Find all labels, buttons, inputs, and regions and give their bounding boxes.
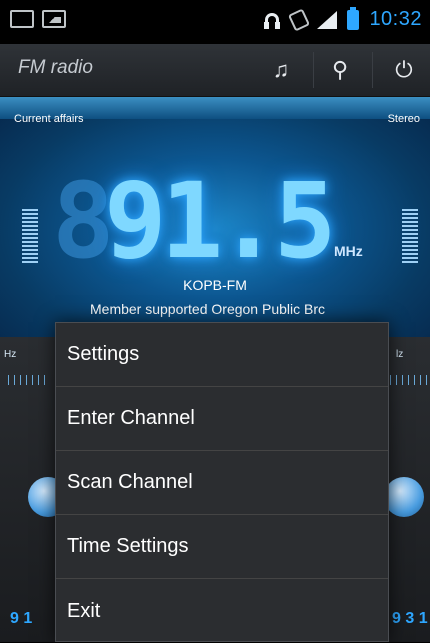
satellite-icon[interactable]: ⚲	[318, 52, 362, 88]
station-description: Member supported Oregon Public Brc	[90, 301, 325, 317]
preset-left-frequency[interactable]: 9 1	[10, 610, 32, 628]
preset-right-frequency[interactable]: 9 3 1	[392, 610, 428, 628]
power-icon[interactable]: ⏻	[382, 52, 426, 88]
station-name: KOPB-FM	[183, 277, 247, 293]
signal-meter-left	[22, 209, 38, 263]
scale-right-label: lz	[396, 349, 404, 360]
battery-icon	[347, 6, 360, 30]
status-bar: 10:32	[0, 0, 430, 44]
audio-mode-label: Stereo	[387, 113, 420, 125]
frequency-value: 91.5	[104, 160, 336, 282]
status-left-icons	[10, 10, 66, 28]
status-clock: 10:32	[369, 8, 422, 30]
screen-icon	[10, 10, 34, 28]
toolbar-divider	[313, 52, 314, 88]
frequency-ghost-digit: 8	[52, 160, 115, 282]
app-toolbar: FM radio ♫ ⚲ ⏻	[0, 44, 430, 97]
app-title: FM radio	[18, 57, 93, 78]
vibrate-icon	[288, 7, 311, 32]
menu-item-scan-channel[interactable]: Scan Channel	[56, 451, 388, 515]
radio-display-panel: Current affairs Stereo 8 91.5 MHz KOPB-F…	[0, 97, 430, 337]
menu-item-time-settings[interactable]: Time Settings	[56, 515, 388, 579]
options-menu: Settings Enter Channel Scan Channel Time…	[55, 322, 389, 642]
seek-right-icon[interactable]	[384, 477, 424, 517]
headphones-icon	[263, 11, 281, 29]
signal-meter-right	[402, 209, 418, 263]
tuning-scale-right	[390, 375, 430, 385]
music-note-icon[interactable]: ♫	[259, 52, 303, 88]
menu-item-exit[interactable]: Exit	[56, 579, 388, 643]
toolbar-divider	[372, 52, 373, 88]
menu-item-enter-channel[interactable]: Enter Channel	[56, 387, 388, 451]
menu-item-settings[interactable]: Settings	[56, 323, 388, 387]
frequency-unit: MHz	[334, 243, 363, 259]
tuning-scale-left	[8, 375, 48, 385]
image-icon	[42, 10, 66, 28]
scale-left-label: Hz	[4, 349, 17, 360]
program-type-label: Current affairs	[14, 113, 84, 125]
status-right-icons: 10:32	[263, 6, 422, 32]
frequency-display: 8 91.5	[52, 169, 336, 273]
signal-icon	[317, 10, 338, 29]
